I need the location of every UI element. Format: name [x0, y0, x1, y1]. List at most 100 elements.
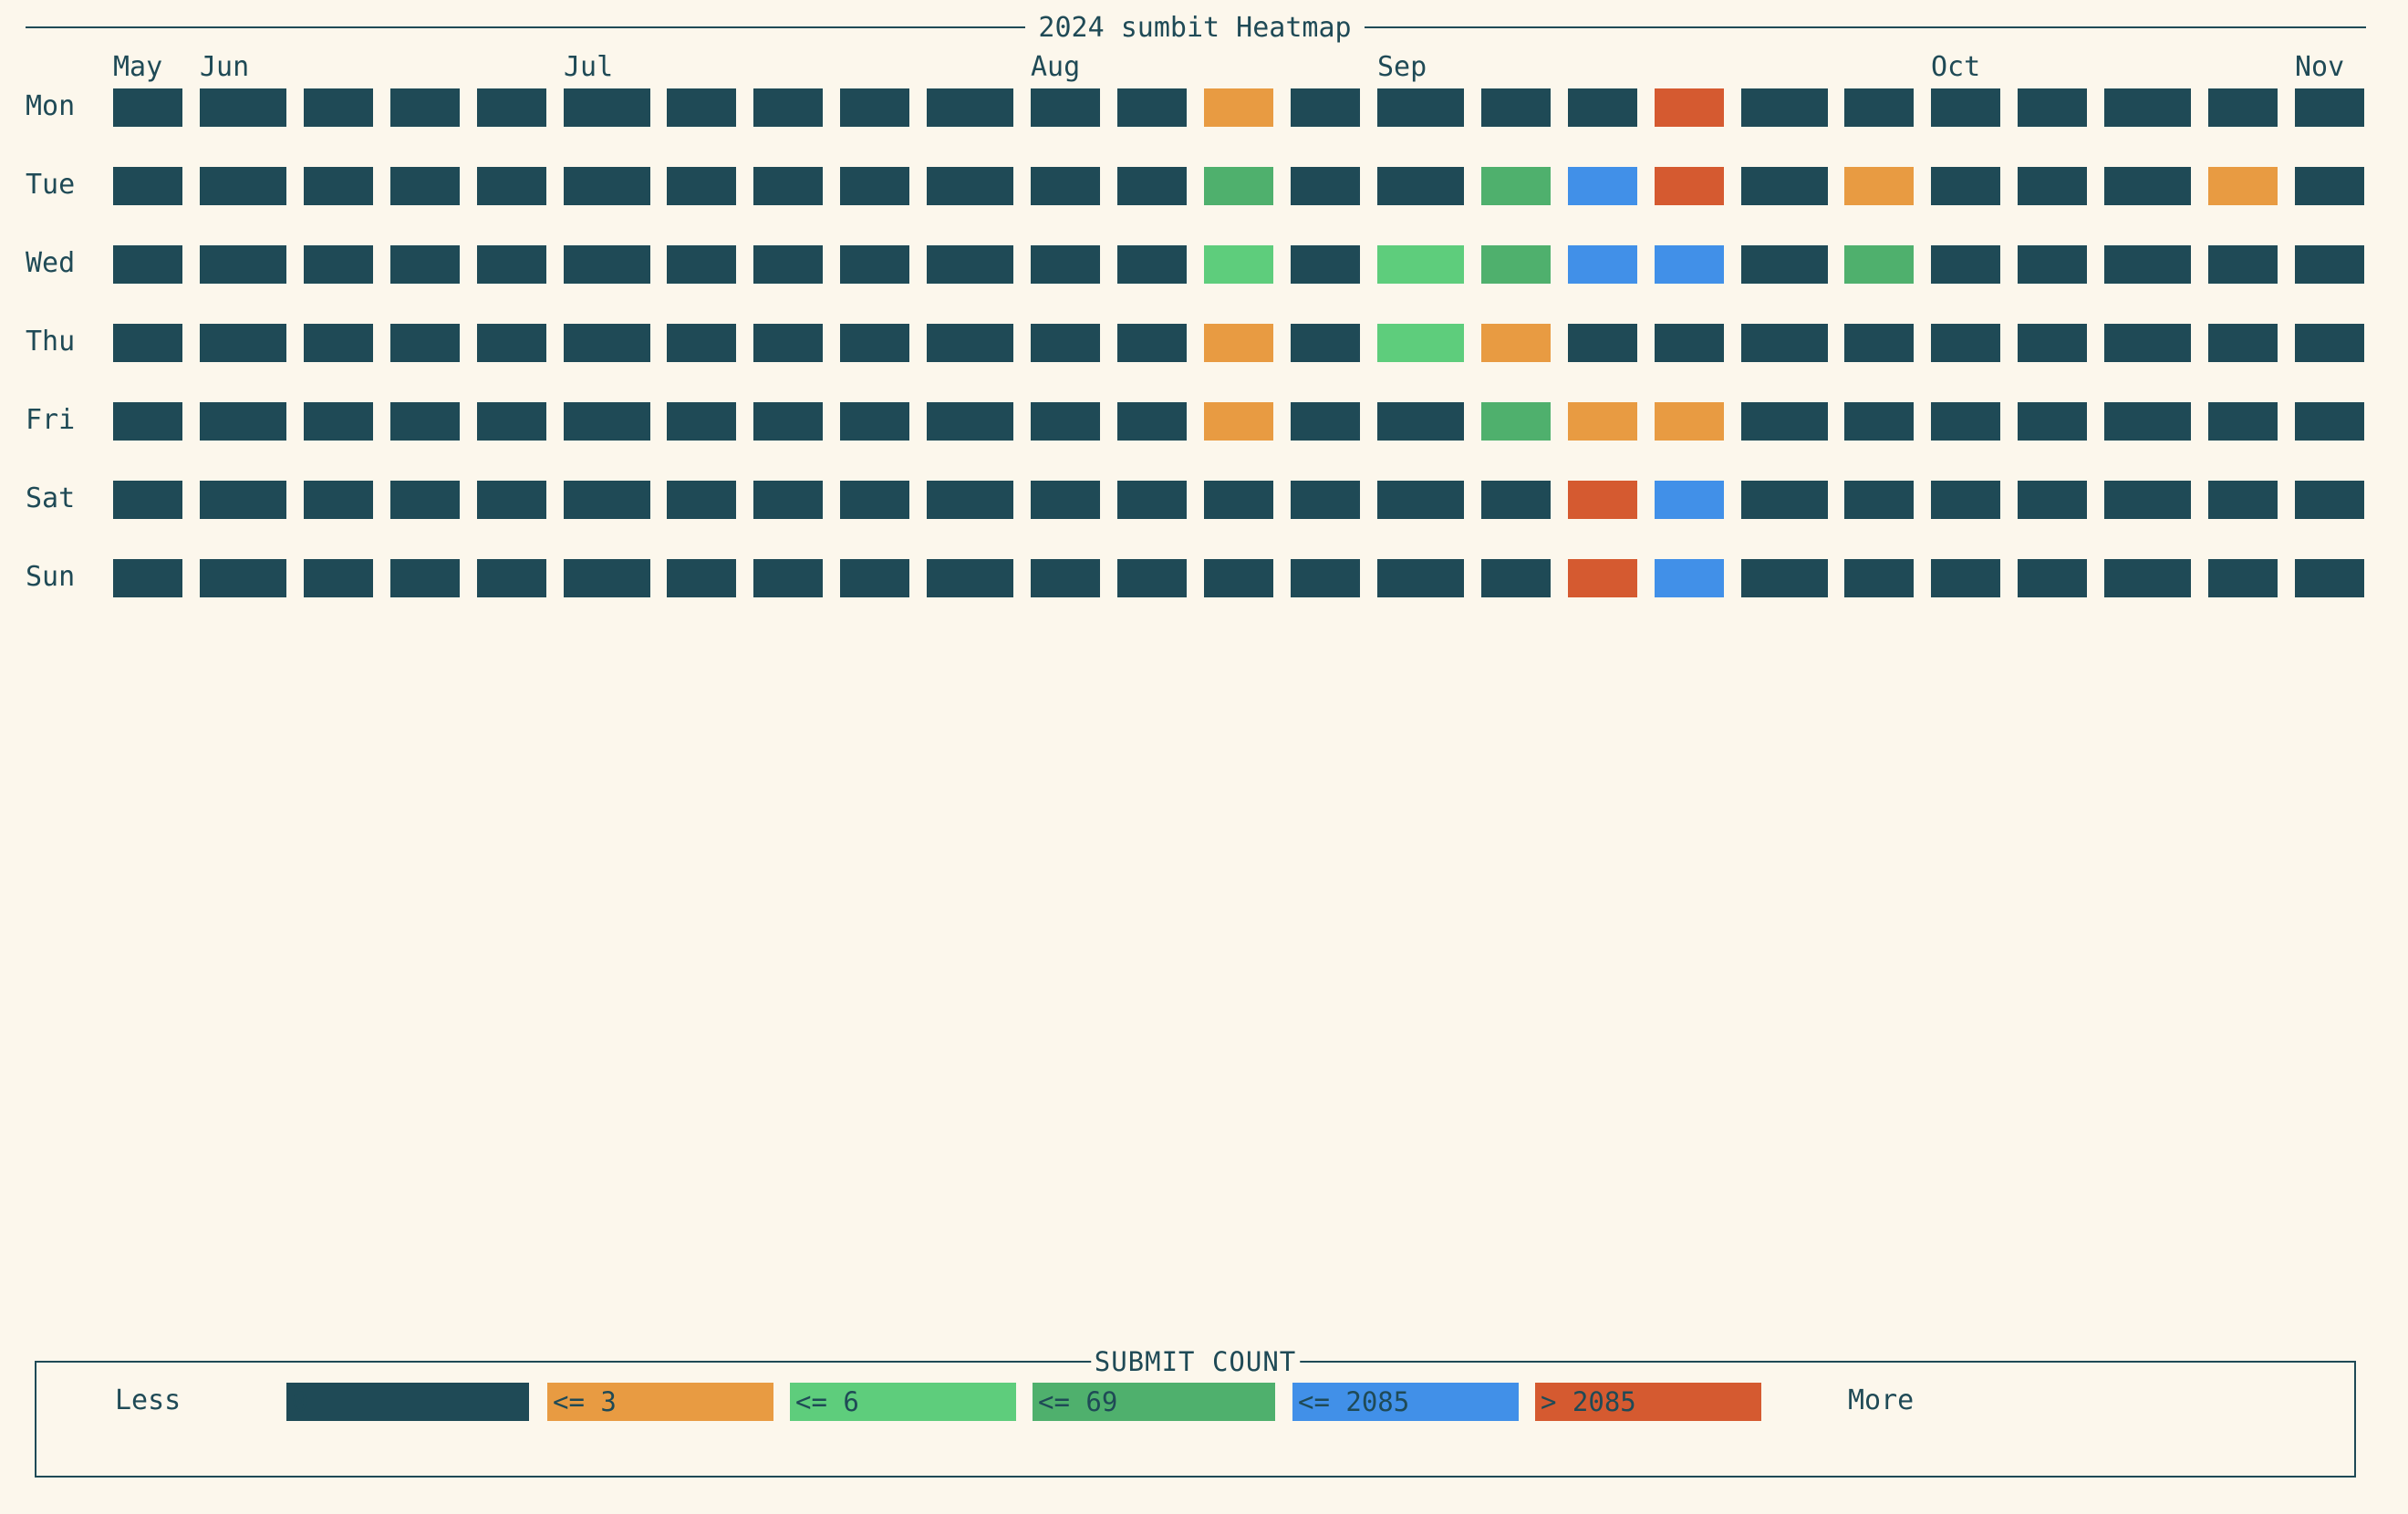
heatmap-cell: [564, 402, 650, 441]
heatmap-cell: [2295, 88, 2364, 127]
heatmap-cell: [2104, 245, 2191, 284]
heatmap-cell: [1844, 245, 1914, 284]
day-label-sat: Sat: [26, 482, 75, 514]
heatmap-cell: [927, 402, 1013, 441]
heatmap-cell: [304, 167, 373, 205]
heatmap-cell: [564, 88, 650, 127]
heatmap-cell: [113, 481, 182, 519]
heatmap-cell: [1481, 167, 1551, 205]
heatmap-cell: [2104, 559, 2191, 597]
heatmap-cell: [200, 167, 286, 205]
heatmap-cell: [1481, 324, 1551, 362]
heatmap-cell: [927, 167, 1013, 205]
heatmap-cell: [2208, 481, 2278, 519]
legend-swatch-1: <= 3: [547, 1383, 773, 1421]
heatmap-cell: [1655, 559, 1724, 597]
heatmap-cell: [840, 88, 909, 127]
heatmap-cell: [200, 324, 286, 362]
heatmap-cell: [1291, 245, 1360, 284]
heatmap-cell: [753, 245, 823, 284]
heatmap-cell: [1291, 402, 1360, 441]
heatmap-cell: [2104, 167, 2191, 205]
heatmap-cell: [477, 88, 546, 127]
heatmap-cell: [1204, 324, 1273, 362]
heatmap-cell: [840, 167, 909, 205]
month-label-oct: Oct: [1931, 51, 1980, 83]
heatmap-cell: [113, 167, 182, 205]
heatmap-cell: [304, 88, 373, 127]
heatmap-cell: [927, 324, 1013, 362]
heatmap-cell: [667, 324, 736, 362]
heatmap-cell: [1741, 88, 1828, 127]
heatmap-cell: [113, 88, 182, 127]
heatmap-cell: [1568, 167, 1637, 205]
heatmap-cell: [1291, 88, 1360, 127]
heatmap-cell: [1204, 88, 1273, 127]
heatmap-cell: [1291, 481, 1360, 519]
heatmap-cell: [1741, 481, 1828, 519]
heatmap-cell: [1568, 245, 1637, 284]
heatmap-cell: [667, 559, 736, 597]
heatmap-cell: [1031, 324, 1100, 362]
heatmap-cell: [840, 245, 909, 284]
heatmap-cell: [390, 245, 460, 284]
day-label-tue: Tue: [26, 169, 75, 201]
heatmap-cell: [1117, 324, 1187, 362]
heatmap-cell: [2295, 245, 2364, 284]
heatmap-cell: [1031, 167, 1100, 205]
heatmap-cell: [1655, 245, 1724, 284]
legend-title: SUBMIT COUNT: [1090, 1346, 1301, 1377]
heatmap-cell: [1117, 481, 1187, 519]
heatmap-cell: [1568, 402, 1637, 441]
legend: SUBMIT COUNT Less 0 <= 3 <= 6 <= 69 <= 2…: [35, 1346, 2356, 1478]
heatmap-cell: [1291, 559, 1360, 597]
heatmap-cell: [304, 481, 373, 519]
heatmap-cell: [200, 402, 286, 441]
heatmap-cell: [390, 559, 460, 597]
heatmap-cell: [840, 559, 909, 597]
heatmap-cell: [564, 481, 650, 519]
heatmap-cell: [113, 245, 182, 284]
heatmap-cell: [2208, 402, 2278, 441]
heatmap-cell: [753, 324, 823, 362]
heatmap-cell: [667, 88, 736, 127]
heatmap-cell: [304, 245, 373, 284]
heatmap-cell: [113, 324, 182, 362]
heatmap-cell: [927, 481, 1013, 519]
heatmap-cell: [1117, 559, 1187, 597]
day-label-thu: Thu: [26, 326, 75, 358]
heatmap-cell: [1568, 559, 1637, 597]
heatmap-cell: [1031, 559, 1100, 597]
heatmap-cell: [2295, 481, 2364, 519]
heatmap-cell: [304, 559, 373, 597]
heatmap-cell: [1377, 402, 1464, 441]
heatmap-cell: [390, 481, 460, 519]
heatmap-cell: [304, 402, 373, 441]
heatmap-cell: [1931, 88, 2000, 127]
heatmap-cell: [1931, 481, 2000, 519]
heatmap-cell: [564, 559, 650, 597]
month-label-may: May: [113, 51, 162, 83]
heatmap-cell: [2018, 324, 2087, 362]
heatmap-cell: [2104, 324, 2191, 362]
heatmap-cell: [2018, 167, 2087, 205]
heatmap-cell: [840, 481, 909, 519]
heatmap-cell: [1741, 559, 1828, 597]
heatmap-cell: [1481, 402, 1551, 441]
heatmap-cell: [667, 402, 736, 441]
month-label-nov: Nov: [2295, 51, 2344, 83]
legend-swatch-5: > 2085: [1535, 1383, 1761, 1421]
heatmap-cell: [1117, 167, 1187, 205]
heatmap-cell: [1741, 402, 1828, 441]
month-label-aug: Aug: [1031, 51, 1080, 83]
heatmap-cell: [1117, 245, 1187, 284]
heatmap-cell: [1931, 167, 2000, 205]
heatmap-cell: [1655, 324, 1724, 362]
heatmap-cell: [2295, 167, 2364, 205]
legend-more-label: More: [1848, 1384, 1915, 1416]
heatmap-cell: [200, 245, 286, 284]
heatmap-cell: [1655, 167, 1724, 205]
heatmap-cell: [927, 559, 1013, 597]
heatmap-cell: [1481, 559, 1551, 597]
heatmap-cell: [477, 324, 546, 362]
